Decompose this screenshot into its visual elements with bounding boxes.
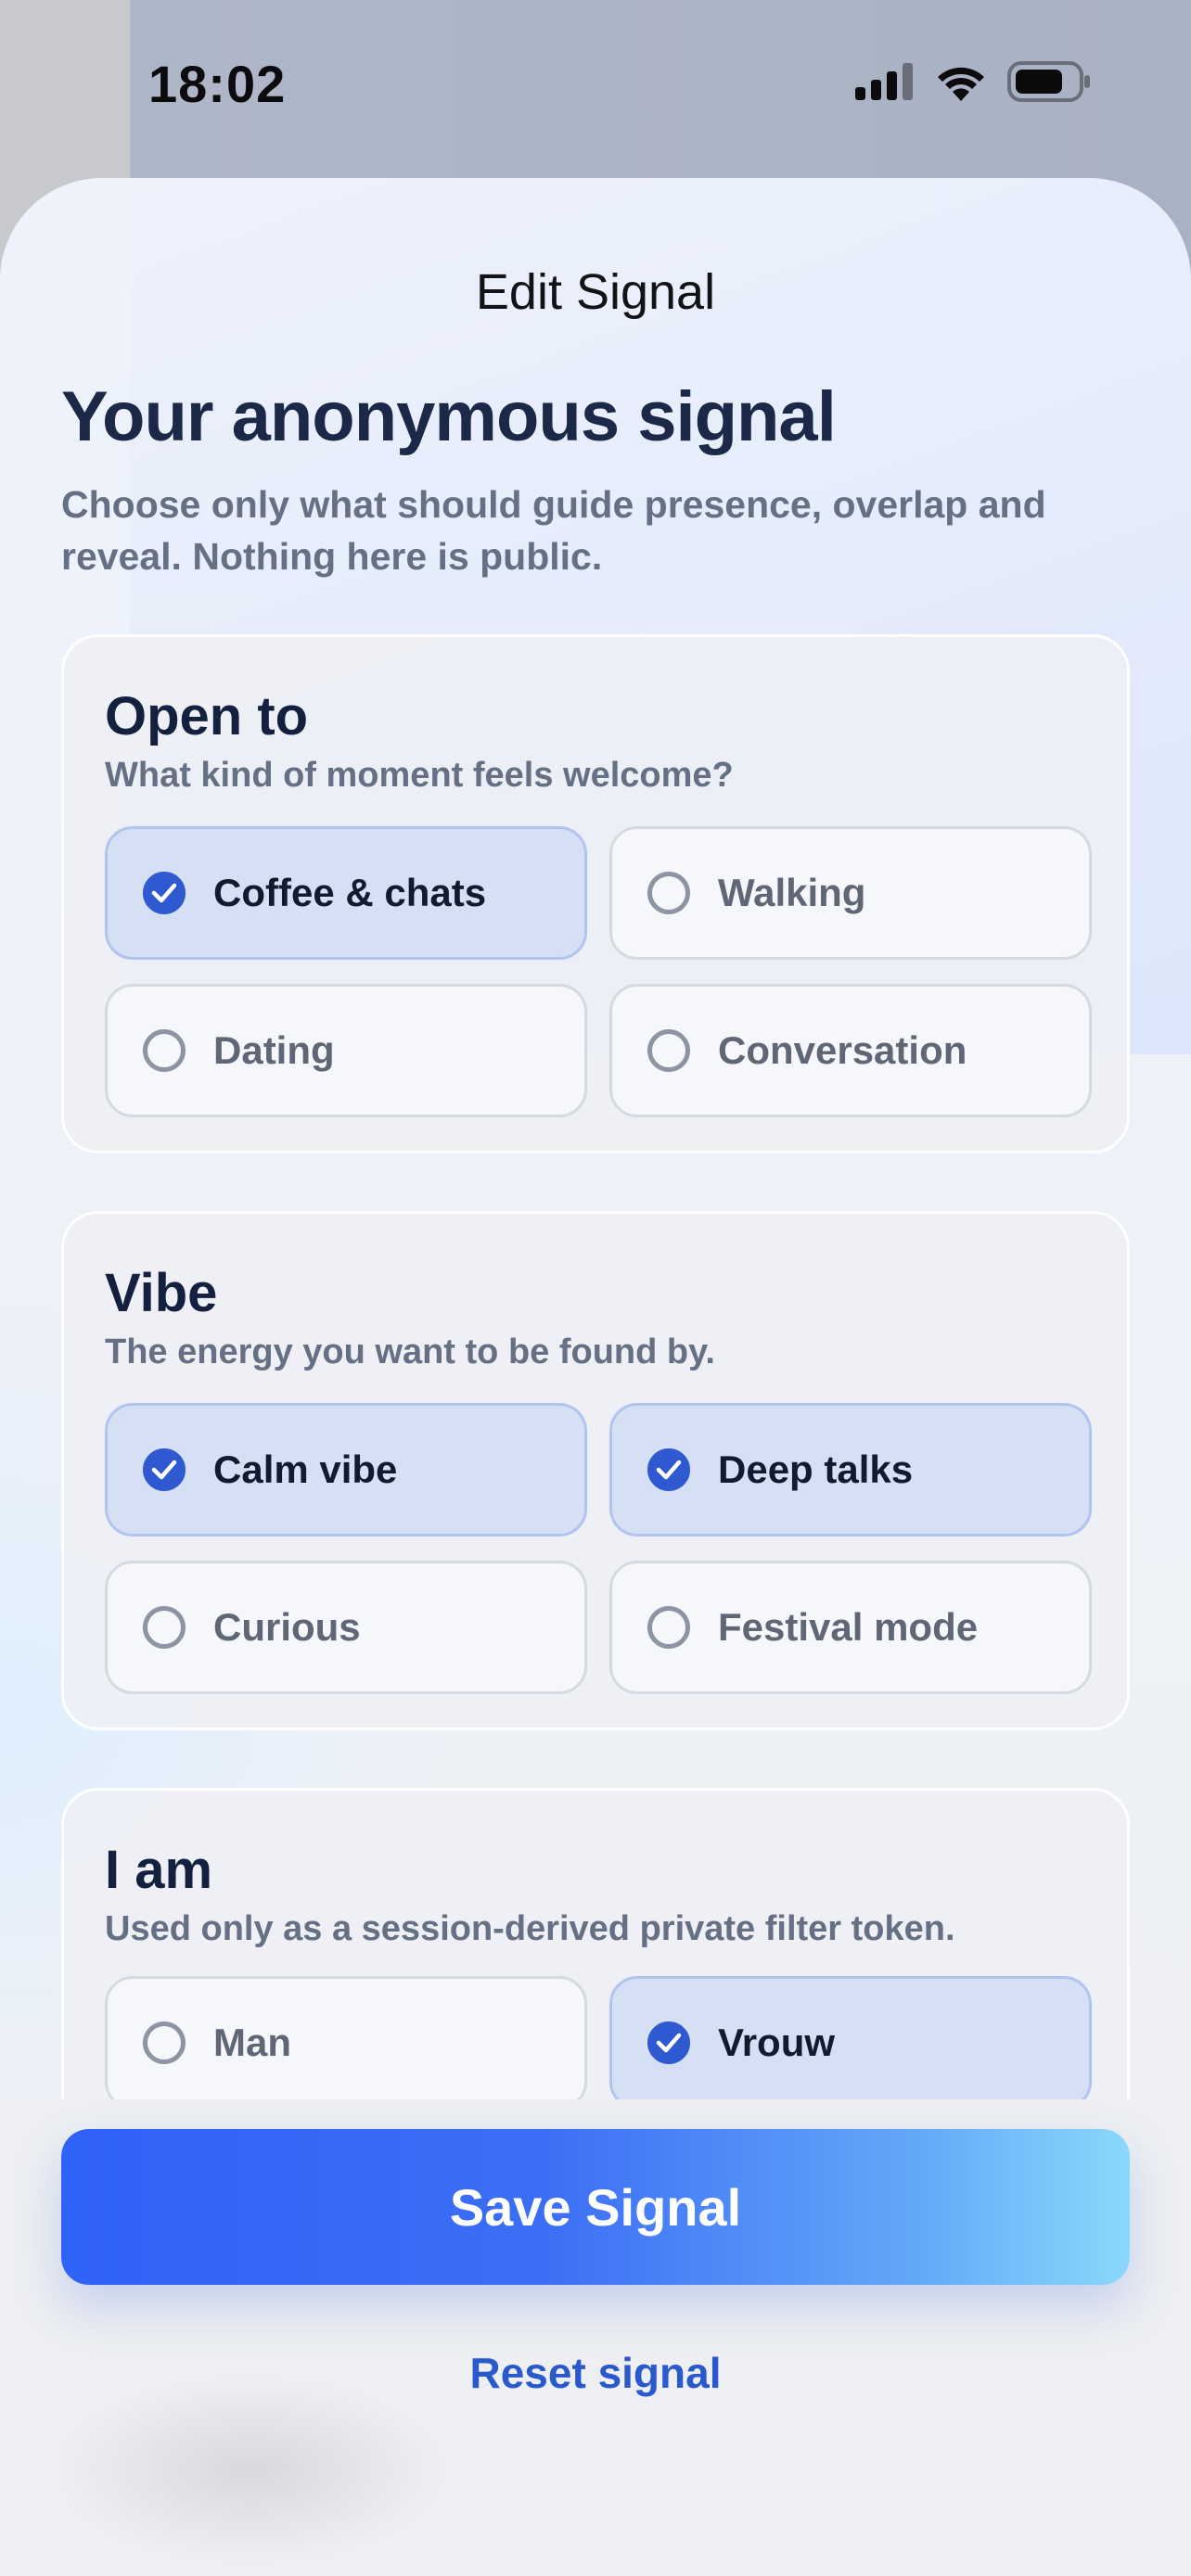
sheet-title: Edit Signal	[475, 264, 716, 320]
battery-icon	[1007, 61, 1090, 102]
option-label: Calm vibe	[213, 1447, 398, 1491]
cellular-signal-icon	[855, 63, 913, 100]
check-icon	[151, 1460, 177, 1480]
radio-indicator-icon	[143, 872, 186, 914]
option-dating[interactable]: Dating	[105, 984, 587, 1117]
radio-indicator-icon	[647, 872, 690, 914]
option-curious[interactable]: Curious	[105, 1561, 587, 1694]
radio-indicator-icon	[143, 1448, 186, 1491]
option-label: Deep talks	[718, 1447, 914, 1491]
radio-indicator-icon	[647, 1606, 690, 1649]
radio-indicator-icon	[143, 1606, 186, 1649]
radio-indicator-icon	[647, 1029, 690, 1072]
radio-indicator-icon	[143, 2021, 186, 2064]
option-label: Vrouw	[718, 2021, 836, 2064]
option-coffee-and-chats[interactable]: Coffee & chats	[105, 826, 587, 960]
check-icon	[656, 1460, 682, 1480]
option-deep-talks[interactable]: Deep talks	[609, 1403, 1092, 1537]
option-conversation[interactable]: Conversation	[609, 984, 1092, 1117]
radio-indicator-icon	[647, 1448, 690, 1491]
option-label: Curious	[213, 1605, 361, 1649]
section-title: Vibe	[105, 1263, 218, 1323]
option-label: Conversation	[718, 1028, 967, 1072]
page-title: Your anonymous signal	[61, 377, 837, 456]
option-label: Man	[213, 2021, 291, 2064]
status-icons	[855, 61, 1091, 102]
option-festival-mode[interactable]: Festival mode	[609, 1561, 1092, 1694]
check-icon	[151, 883, 177, 903]
radio-indicator-icon	[143, 1029, 186, 1072]
section-subtitle: The energy you want to be found by.	[105, 1333, 715, 1371]
hero: Your anonymous signal Choose only what s…	[61, 382, 1137, 582]
wifi-icon	[938, 67, 984, 101]
status-bar: 18:02	[0, 0, 1191, 176]
option-label: Dating	[213, 1028, 335, 1072]
status-time: 18:02	[148, 55, 287, 113]
option-walking[interactable]: Walking	[609, 826, 1092, 960]
section-subtitle: Used only as a session-derived private f…	[105, 1909, 955, 1948]
option-label: Coffee & chats	[213, 871, 487, 914]
save-signal-button[interactable]: Save Signal	[61, 2129, 1130, 2285]
section-vibe: Vibe The energy you want to be found by.…	[61, 1211, 1130, 1730]
page-subtitle: Choose only what should guide presence, …	[61, 483, 1046, 578]
section-subtitle: What kind of moment feels welcome?	[105, 756, 734, 795]
section-title: I am	[105, 1840, 213, 1900]
check-icon	[656, 2033, 682, 2053]
bottom-action-bar: Save Signal Reset signal	[0, 2099, 1191, 2576]
option-calm-vibe[interactable]: Calm vibe	[105, 1403, 587, 1537]
option-man[interactable]: Man	[105, 1976, 587, 2110]
option-label: Festival mode	[718, 1605, 979, 1649]
radio-indicator-icon	[647, 2021, 690, 2064]
section-title: Open to	[105, 686, 309, 746]
option-vrouw[interactable]: Vrouw	[609, 1976, 1092, 2110]
section-open-to: Open to What kind of moment feels welcom…	[61, 634, 1130, 1154]
reset-signal-link[interactable]: Reset signal	[0, 2348, 1191, 2398]
option-label: Walking	[718, 871, 866, 914]
